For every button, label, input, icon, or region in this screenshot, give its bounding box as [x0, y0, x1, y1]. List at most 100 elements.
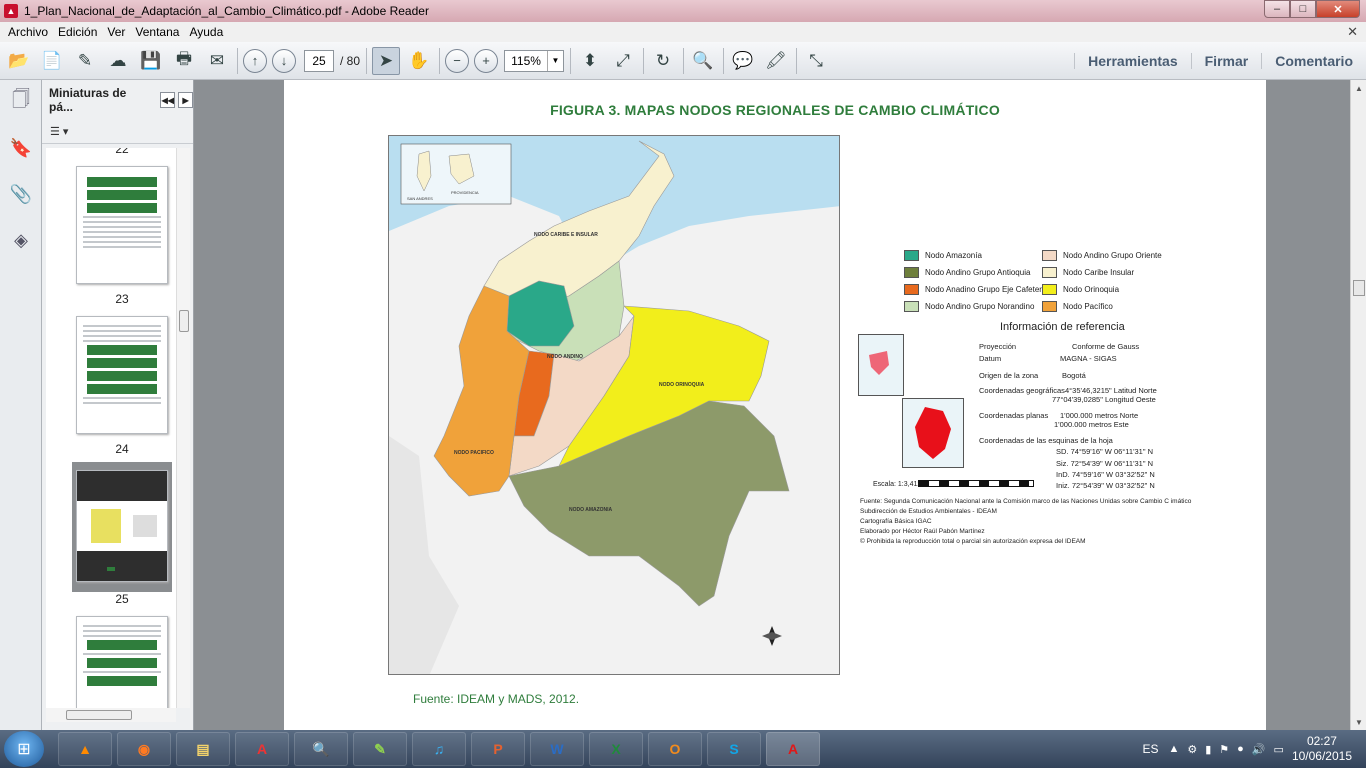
print-icon[interactable]: 🖶 [170, 47, 198, 75]
language-indicator[interactable]: ES [1142, 742, 1158, 756]
minimize-button[interactable]: – [1264, 0, 1290, 18]
comment-panel-button[interactable]: Comentario [1261, 53, 1366, 69]
firefox-icon[interactable]: ◉ [117, 732, 171, 766]
itunes-icon[interactable]: ♫ [412, 732, 466, 766]
edit-icon[interactable]: ✎ [71, 47, 99, 75]
bookmark-icon[interactable]: 🔖 [7, 134, 35, 162]
scroll-grip[interactable] [1353, 280, 1365, 296]
menu-edicion[interactable]: Edición [58, 25, 97, 39]
source-note-line: Cartografía Básica IGAC [860, 518, 932, 525]
menu-archivo[interactable]: Archivo [8, 25, 48, 39]
highlight-icon[interactable]: 🖍 [762, 47, 790, 75]
search-icon[interactable]: 🔍 [689, 47, 717, 75]
thumbnails-hscrollbar[interactable] [46, 708, 176, 722]
zoom-out-icon[interactable]: − [445, 48, 470, 73]
clock[interactable]: 02:27 10/06/2015 [1292, 734, 1352, 764]
ref-esquina-2: Siz. 72°54'39" W 06°11'31" N [1056, 459, 1154, 468]
thumbnail-page-24[interactable] [76, 316, 168, 434]
toolbar-separator [237, 47, 238, 74]
comment-icon[interactable]: 💬 [729, 47, 757, 75]
source-note-line: Subdirección de Estudios Ambientales - I… [860, 508, 997, 515]
thumbnail-page-25[interactable] [76, 470, 168, 582]
legend-item: Nodo Anadino Grupo Eje Cafetero [904, 284, 1046, 295]
ref-datum-label: Datum [979, 354, 1002, 363]
word-icon[interactable]: W [530, 732, 584, 766]
zoom-value: 115% [511, 53, 541, 68]
zoom-in-icon[interactable]: + [474, 48, 499, 73]
menu-ventana[interactable]: Ventana [135, 25, 179, 39]
tools-panel-button[interactable]: Herramientas [1074, 53, 1191, 69]
maximize-button[interactable]: □ [1290, 0, 1316, 18]
signal-icon[interactable]: ▮ [1205, 743, 1211, 756]
clock-date: 10/06/2015 [1291, 749, 1352, 763]
thumbnail-page-23[interactable] [76, 166, 168, 284]
clock-time: 02:27 [1306, 734, 1337, 748]
rotate-icon[interactable]: ↻ [649, 47, 677, 75]
vlc-icon[interactable]: ▲ [58, 732, 112, 766]
thumbnail-options-icon[interactable]: ☰ ▾ [42, 120, 193, 144]
previous-page-icon[interactable]: ↑ [243, 48, 267, 73]
toolbar-separator [366, 47, 368, 74]
hand-tool-icon[interactable]: ✋ [405, 47, 433, 75]
zoom-select[interactable]: 115% ▼ [504, 49, 565, 72]
page-number-input[interactable]: 25 [304, 49, 334, 72]
save-icon[interactable]: 💾 [137, 47, 165, 75]
sign-panel-button[interactable]: Firmar [1190, 53, 1262, 69]
file-explorer-icon[interactable]: ▤ [176, 732, 230, 766]
adobe-reader-taskbar-icon[interactable]: A [766, 732, 820, 766]
menu-ver[interactable]: Ver [107, 25, 125, 39]
outlook-icon[interactable]: O [648, 732, 702, 766]
adobe-reader-icon: ▲ [4, 4, 18, 18]
skype-icon[interactable]: S [707, 732, 761, 766]
menu-ayuda[interactable]: Ayuda [189, 25, 223, 39]
source-notes: Fuente: Segunda Comunicación Nacional an… [860, 497, 1191, 547]
page-thumbnails-icon[interactable]: 🗍 [7, 88, 35, 116]
layers-icon[interactable]: ◈ [7, 226, 35, 254]
legend-item: Nodo Orinoquia [1042, 284, 1119, 295]
chevron-right-icon[interactable]: ▶ [178, 92, 193, 108]
update-icon[interactable]: ● [1237, 743, 1244, 755]
email-icon[interactable]: ✉ [203, 47, 231, 75]
fit-width-icon[interactable]: ⤢ [609, 47, 637, 75]
cloud-upload-icon[interactable]: ☁ [104, 47, 132, 75]
network-tool-icon[interactable]: ⚙ [1187, 743, 1197, 756]
close-button[interactable]: ✕ [1316, 0, 1360, 18]
attachment-icon[interactable]: 📎 [7, 180, 35, 208]
close-document-icon[interactable]: ✕ [1347, 24, 1358, 40]
source-note-line: © Prohibida la reproducción total o parc… [860, 538, 1086, 545]
document-scrollbar[interactable]: ▲ ▼ [1350, 80, 1366, 730]
powerpoint-icon[interactable]: P [471, 732, 525, 766]
legend-swatch [904, 267, 919, 278]
ref-coord-geo-label: Coordenadas geográficas [979, 386, 1065, 395]
thumbnails-scrollbar[interactable] [176, 148, 190, 708]
battery-icon[interactable]: ▭ [1274, 743, 1284, 756]
volume-icon[interactable]: 🔊 [1252, 743, 1266, 756]
legend-swatch [904, 301, 919, 312]
create-pdf-icon[interactable]: 📄 [38, 47, 66, 75]
start-button-icon[interactable]: ⊞ [4, 731, 44, 767]
chevron-left-icon[interactable]: ◀◀ [160, 92, 176, 108]
autocad-icon[interactable]: A [235, 732, 289, 766]
ref-proyeccion-label: Proyección [979, 342, 1017, 351]
pdf-page: FIGURA 3. MAPAS NODOS REGIONALES DE CAMB… [284, 80, 1266, 730]
chevron-down-icon[interactable]: ▼ [547, 50, 563, 71]
thumbnail-page-26[interactable] [76, 616, 168, 708]
map-label-pacifico: NODO PACIFICO [454, 450, 494, 456]
legend-swatch [1042, 301, 1057, 312]
scroll-down-icon[interactable]: ▼ [1351, 714, 1366, 730]
greenshot-icon[interactable]: ✎ [353, 732, 407, 766]
legend-item: Nodo Andino Grupo Oriente [1042, 250, 1162, 261]
flag-icon[interactable]: ⚑ [1219, 743, 1229, 756]
map-label-andino: NODO ANDINO [547, 354, 583, 360]
scroll-up-icon[interactable]: ▲ [1351, 80, 1366, 96]
show-hidden-icons-icon[interactable]: ▲ [1168, 743, 1179, 755]
open-icon[interactable]: 📂 [5, 47, 33, 75]
fit-page-icon[interactable]: ⬍ [576, 47, 604, 75]
fullscreen-icon[interactable]: ⤡ [802, 47, 830, 75]
search-tool-icon[interactable]: 🔍 [294, 732, 348, 766]
thumbnail-label-partial: 22 [115, 148, 129, 156]
excel-icon[interactable]: X [589, 732, 643, 766]
next-page-icon[interactable]: ↓ [272, 48, 296, 73]
toolbar-separator [683, 47, 685, 74]
select-cursor-icon[interactable]: ➤ [372, 46, 401, 75]
